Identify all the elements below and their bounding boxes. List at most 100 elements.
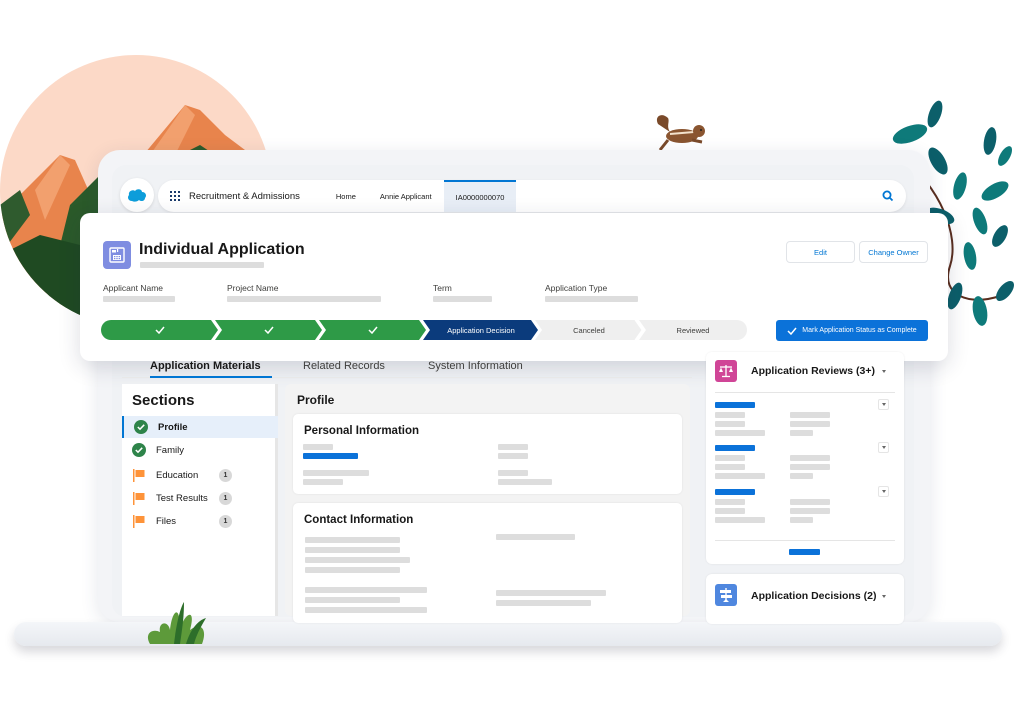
nav-tab-record[interactable]: IA0000000070	[443, 180, 517, 212]
check-circle-icon	[132, 443, 146, 457]
count-badge: 1	[219, 491, 232, 505]
app-launcher-icon[interactable]	[170, 191, 180, 201]
review-link[interactable]	[715, 402, 755, 408]
row-actions-dropdown[interactable]	[878, 486, 889, 497]
field-link-placeholder[interactable]	[303, 453, 358, 459]
application-reviews-card: Application Reviews (3+)	[706, 352, 904, 564]
divider	[715, 392, 895, 393]
signpost-icon	[715, 584, 737, 606]
field-value-project-name	[227, 296, 381, 302]
path-step-reviewed[interactable]: Reviewed	[639, 320, 747, 340]
record-title: Individual Application	[139, 241, 305, 258]
chevron-down-icon[interactable]	[878, 591, 889, 602]
row-actions-dropdown[interactable]	[878, 399, 889, 410]
field-placeholder	[790, 455, 830, 461]
field-placeholder	[715, 430, 765, 436]
contact-information-card: Contact Information	[293, 503, 682, 623]
field-placeholder	[715, 499, 745, 505]
view-all-link[interactable]	[789, 549, 820, 555]
edit-button[interactable]: Edit	[786, 241, 855, 263]
check-icon	[368, 326, 378, 334]
application-decisions-card: Application Decisions (2)	[706, 574, 904, 624]
field-label-application-type: Application Type	[545, 283, 608, 293]
salesforce-logo[interactable]	[120, 178, 154, 212]
sections-sidebar: Sections Profile Family Education 1 Test…	[122, 384, 278, 616]
field-placeholder	[305, 607, 427, 613]
field-placeholder	[498, 470, 528, 476]
path-step-canceled[interactable]: Canceled	[535, 320, 643, 340]
field-placeholder	[790, 421, 830, 427]
field-placeholder	[790, 430, 813, 436]
field-placeholder	[496, 534, 575, 540]
path-step-2[interactable]	[215, 320, 323, 340]
related-lists-column: Application Reviews (3+) Application Dec…	[706, 352, 904, 624]
field-placeholder	[303, 470, 369, 476]
tab-application-materials[interactable]: Application Materials	[150, 360, 261, 372]
scales-icon	[715, 360, 737, 382]
card-title: Personal Information	[304, 425, 420, 437]
field-placeholder	[790, 517, 813, 523]
nav-tab-annie-applicant[interactable]: Annie Applicant	[368, 180, 444, 212]
section-item-profile[interactable]: Profile	[122, 416, 278, 438]
field-placeholder	[305, 557, 410, 563]
check-icon	[264, 326, 274, 334]
field-placeholder	[305, 567, 400, 573]
profile-title: Profile	[297, 393, 335, 407]
row-actions-dropdown[interactable]	[878, 442, 889, 453]
application-calendar-icon	[103, 241, 131, 269]
field-label-project-name: Project Name	[227, 283, 279, 293]
review-link[interactable]	[715, 489, 755, 495]
section-item-family[interactable]: Family	[122, 439, 278, 461]
profile-panel: Profile Personal Information Contact Inf…	[285, 384, 690, 623]
record-name-placeholder	[140, 262, 264, 268]
nav-tab-home[interactable]: Home	[324, 180, 368, 212]
field-placeholder	[715, 473, 765, 479]
field-placeholder	[303, 444, 333, 450]
chevron-down-icon[interactable]	[878, 366, 889, 377]
field-placeholder	[498, 479, 552, 485]
path-step-3[interactable]	[319, 320, 427, 340]
path-step-1[interactable]	[101, 320, 219, 340]
count-badge: 1	[219, 514, 232, 528]
app-name: Recruitment & Admissions	[189, 190, 300, 202]
review-link[interactable]	[715, 445, 755, 451]
count-badge: 1	[219, 468, 232, 482]
divider	[715, 540, 895, 541]
field-placeholder	[790, 508, 830, 514]
flag-icon	[133, 492, 145, 505]
section-item-education[interactable]: Education 1	[122, 464, 278, 486]
field-placeholder	[715, 464, 745, 470]
path-step-application-decision[interactable]: Application Decision	[423, 320, 539, 340]
application-reviews-title[interactable]: Application Reviews (3+)	[751, 365, 875, 377]
field-placeholder	[305, 597, 400, 603]
flag-icon	[133, 515, 145, 528]
field-placeholder	[715, 412, 745, 418]
field-placeholder	[715, 508, 745, 514]
field-label-applicant-name: Applicant Name	[103, 283, 164, 293]
card-title: Contact Information	[304, 514, 414, 526]
mark-status-complete-button[interactable]: Mark Application Status as Complete	[776, 320, 928, 341]
bush-illustration	[140, 600, 214, 651]
tab-related-records[interactable]: Related Records	[303, 360, 385, 372]
tab-system-information[interactable]: System Information	[428, 360, 523, 372]
field-placeholder	[715, 455, 745, 461]
change-owner-button[interactable]: Change Owner	[859, 241, 928, 263]
field-placeholder	[496, 590, 606, 596]
global-nav-bar: Recruitment & Admissions Home Annie Appl…	[158, 180, 906, 212]
field-placeholder	[496, 600, 591, 606]
cloud-icon	[128, 189, 146, 202]
field-value-application-type	[545, 296, 638, 302]
field-placeholder	[790, 464, 830, 470]
check-circle-icon	[134, 420, 148, 434]
section-item-files[interactable]: Files 1	[122, 510, 278, 532]
sections-title: Sections	[132, 392, 195, 409]
section-item-test-results[interactable]: Test Results 1	[122, 487, 278, 509]
flag-icon	[133, 469, 145, 482]
field-placeholder	[790, 473, 813, 479]
field-value-applicant-name[interactable]	[103, 296, 175, 302]
field-placeholder	[305, 537, 400, 543]
search-icon[interactable]	[882, 189, 894, 207]
field-placeholder	[303, 479, 343, 485]
field-placeholder	[715, 421, 745, 427]
application-decisions-title[interactable]: Application Decisions (2)	[751, 590, 876, 602]
